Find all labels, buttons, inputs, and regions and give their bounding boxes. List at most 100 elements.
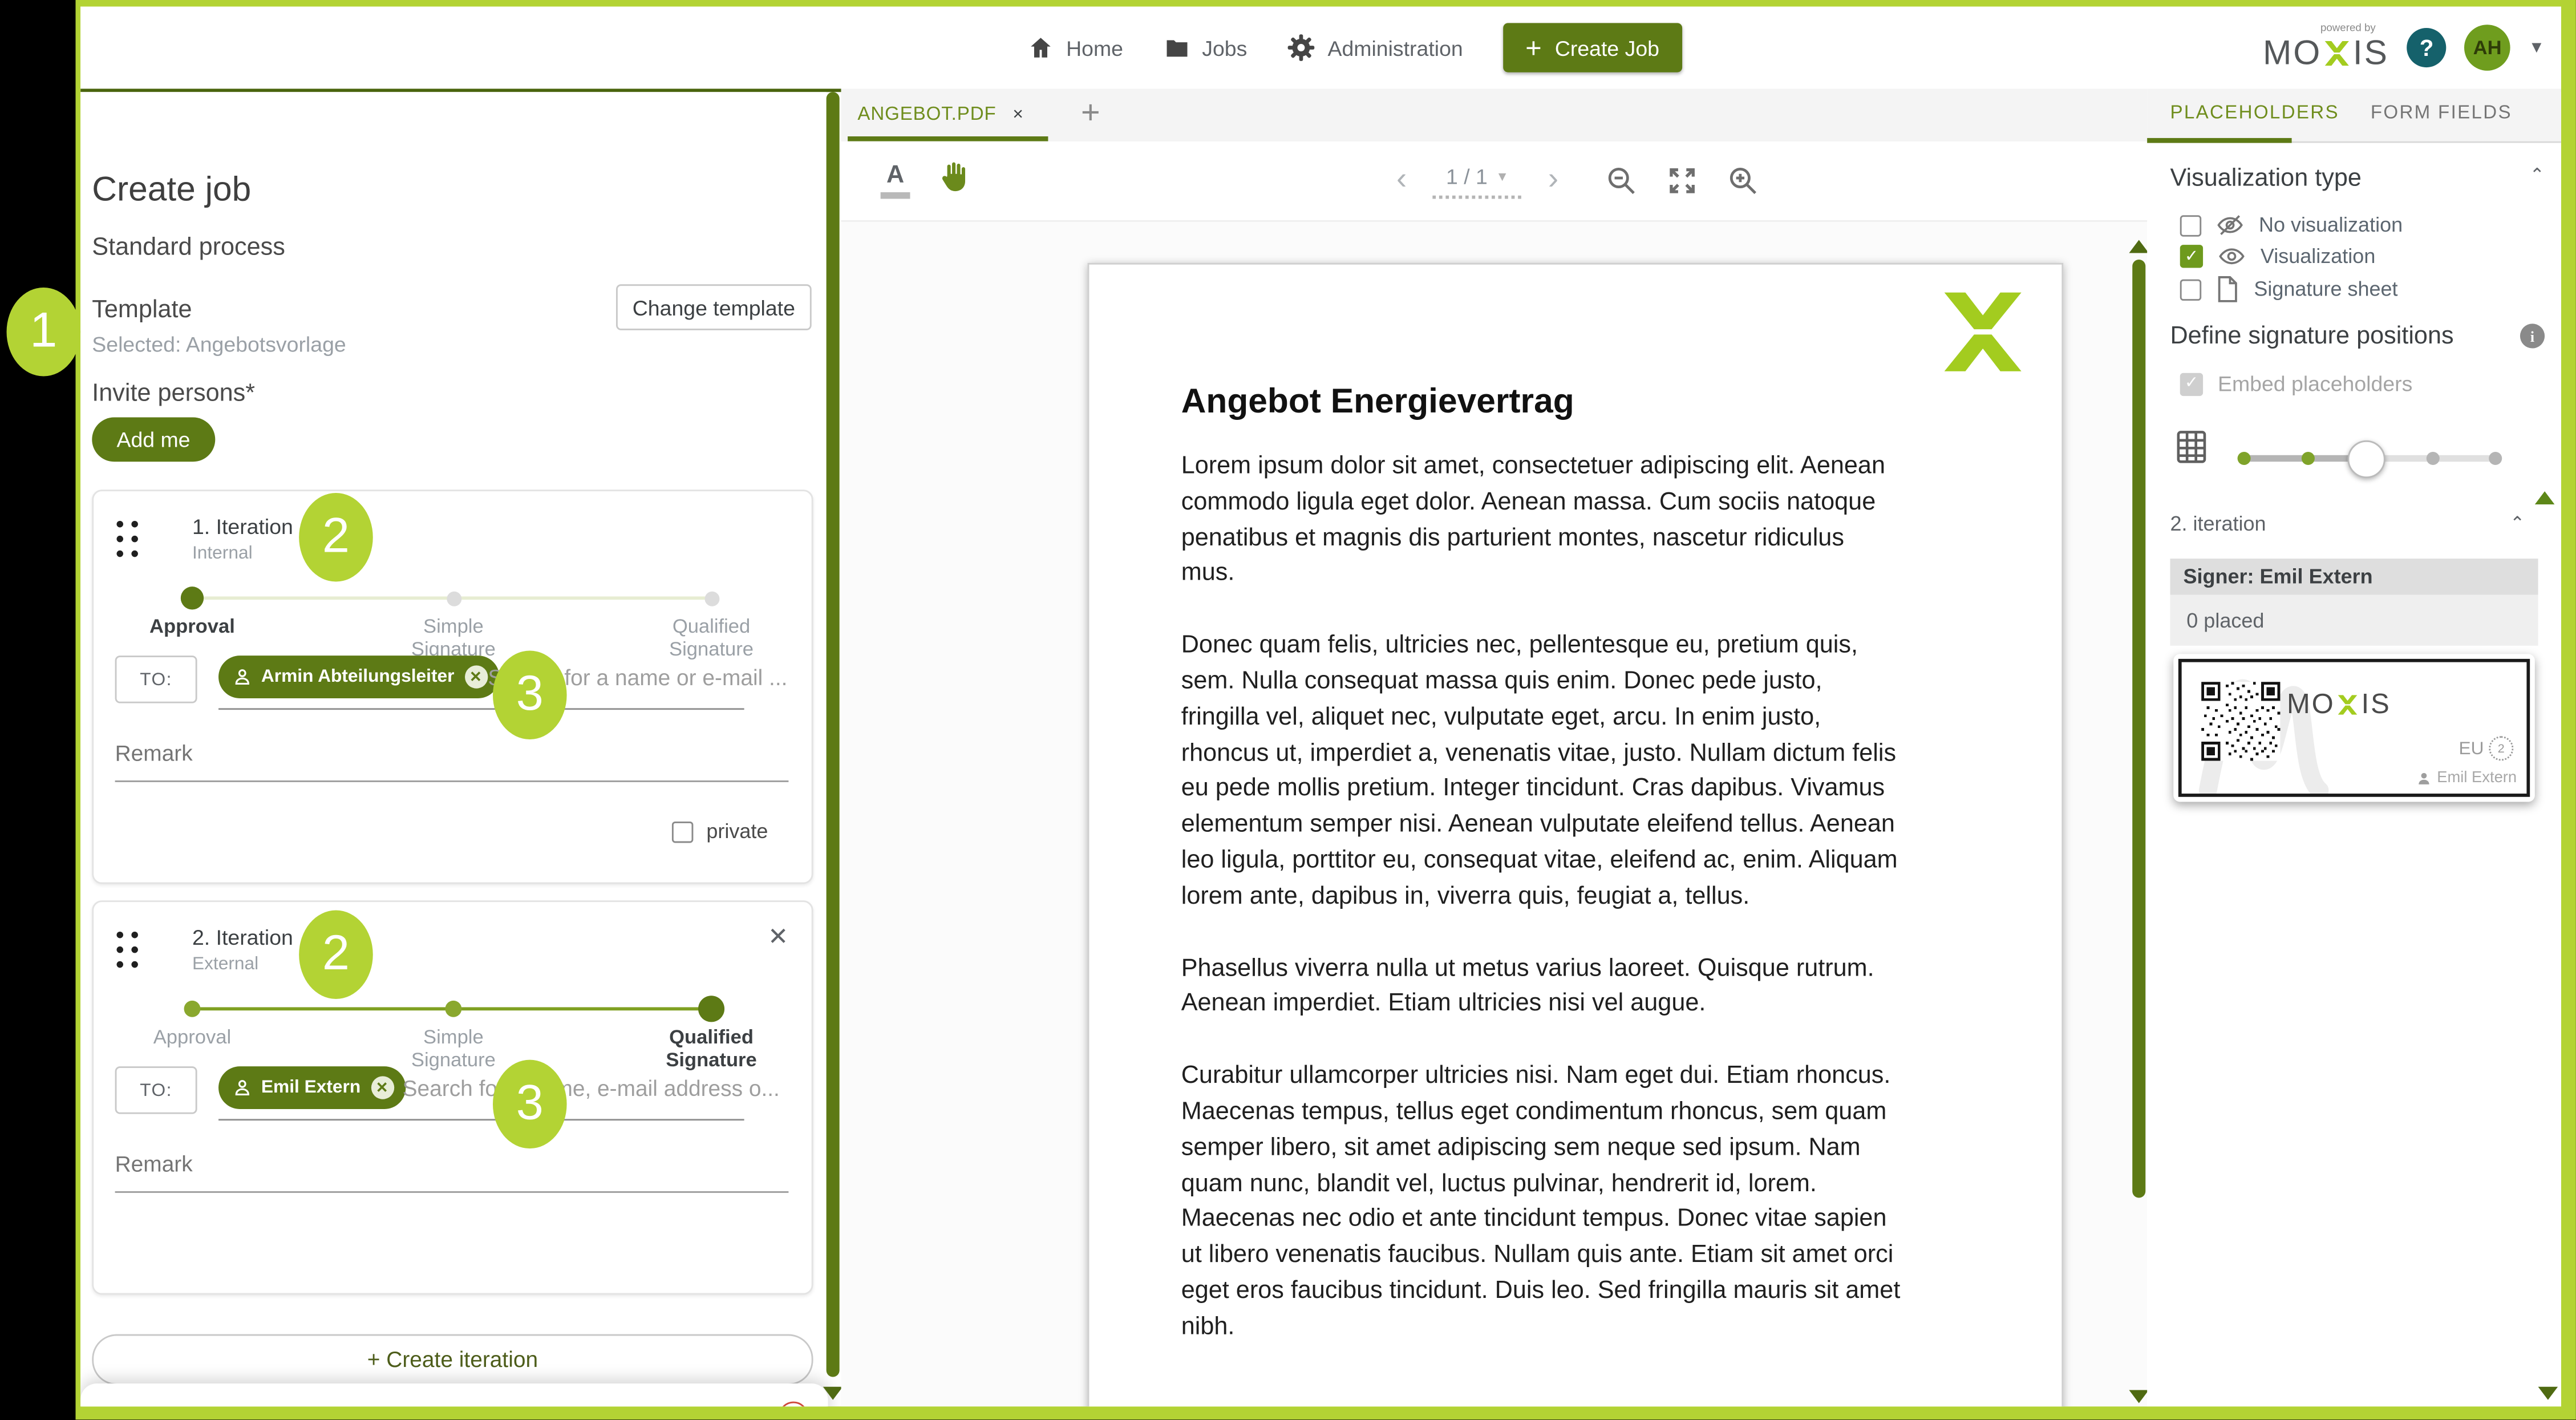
tab-close-icon[interactable]: × xyxy=(1012,105,1023,125)
panel-scroll-up-icon[interactable] xyxy=(2534,491,2555,505)
private-checkbox-row[interactable]: private xyxy=(671,820,768,843)
screen: Home Jobs Administration + Create Job po… xyxy=(0,0,2576,1420)
prev-page-icon[interactable]: ‹ xyxy=(1396,163,1407,199)
document-tab[interactable]: ANGEBOT.PDF × xyxy=(857,89,1023,141)
create-another-row[interactable]: Create another job xyxy=(97,1405,310,1406)
pdf-scrollbar[interactable] xyxy=(2132,260,2146,1198)
close-icon[interactable]: ✕ xyxy=(768,922,788,952)
app-frame: Home Jobs Administration + Create Job po… xyxy=(75,0,2576,1420)
annotation-step-2: 2 xyxy=(299,910,373,1000)
recipient-search-placeholder[interactable]: Search for a name, e-mail address o... xyxy=(403,1076,780,1101)
zoom-out-icon[interactable] xyxy=(1605,164,1638,197)
add-document-tab-icon[interactable]: + xyxy=(1081,95,1100,133)
to-button[interactable]: TO: xyxy=(115,1066,197,1114)
change-template-button[interactable]: Change template xyxy=(616,284,812,330)
eu-badge: EU 2 xyxy=(2458,736,2514,761)
app-window: Home Jobs Administration + Create Job po… xyxy=(80,6,2561,1407)
collapse-icon[interactable]: ⌃ xyxy=(2510,513,2525,534)
step-label-qualified[interactable]: Qualified Signature xyxy=(646,1026,777,1072)
nav-jobs[interactable]: Jobs xyxy=(1163,35,1247,60)
signature-sheet-checkbox[interactable] xyxy=(2180,278,2202,300)
slider-stop[interactable] xyxy=(2489,452,2502,466)
drag-handle-icon[interactable] xyxy=(116,931,146,978)
qr-code xyxy=(2201,682,2281,761)
warning-info-icon[interactable]: i xyxy=(779,1401,808,1407)
process-subtitle: Standard process xyxy=(92,233,285,261)
step-dot-approval[interactable] xyxy=(180,586,204,610)
slider-stop[interactable] xyxy=(2237,452,2251,466)
add-me-button[interactable]: Add me xyxy=(92,417,215,462)
fit-screen-icon[interactable] xyxy=(1665,164,1698,197)
step-label-approval[interactable]: Approval xyxy=(127,615,258,639)
page-dropdown-caret-icon[interactable]: ▼ xyxy=(1496,168,1509,183)
slider-thumb[interactable] xyxy=(2347,440,2385,479)
step-dot-approval[interactable] xyxy=(184,1000,201,1017)
zoom-in-icon[interactable] xyxy=(1726,164,1759,197)
option-signature-sheet[interactable]: Signature sheet xyxy=(2180,276,2398,302)
recipient-chip[interactable]: Armin Abteilungsleiter ✕ xyxy=(218,656,499,698)
collapse-icon[interactable]: ⌃ xyxy=(2530,164,2545,186)
step-label-qualified[interactable]: Qualified Signature xyxy=(646,615,777,661)
option-no-visualization[interactable]: No visualization xyxy=(2180,213,2403,237)
create-job-button[interactable]: + Create Job xyxy=(1502,23,1683,72)
slider-stop[interactable] xyxy=(2426,452,2440,466)
avatar-initials: AH xyxy=(2473,36,2502,59)
visualization-label: Visualization xyxy=(2260,245,2376,268)
option-visualization[interactable]: ✓ Visualization xyxy=(2180,245,2376,268)
create-iteration-button[interactable]: + Create iteration xyxy=(92,1334,813,1385)
remark-label[interactable]: Remark xyxy=(115,1152,193,1176)
no-visualization-checkbox[interactable] xyxy=(2180,214,2202,236)
step-dot-qualified[interactable] xyxy=(698,996,725,1022)
recipient-chip[interactable]: Emil Extern ✕ xyxy=(218,1066,406,1110)
right-tab-bar: PLACEHOLDERS FORM FIELDS xyxy=(2147,88,2561,143)
top-nav: Home Jobs Administration + Create Job po… xyxy=(80,6,2561,92)
left-scroll-down-icon[interactable] xyxy=(823,1386,843,1400)
template-label: Template xyxy=(92,296,192,324)
tab-form-fields[interactable]: FORM FIELDS xyxy=(2371,103,2512,123)
footer-action-bar: Create another job i Save as draft Save … xyxy=(80,1383,828,1407)
drag-handle-icon[interactable] xyxy=(116,520,146,567)
private-label: private xyxy=(706,820,768,843)
remark-label[interactable]: Remark xyxy=(115,741,193,766)
chip-remove-icon[interactable]: ✕ xyxy=(464,665,488,689)
pdf-page[interactable]: Angebot Energievertrag Lorem ipsum dolor… xyxy=(1087,262,2064,1407)
brand-mo: MO xyxy=(2262,35,2322,73)
to-button[interactable]: TO: xyxy=(115,656,197,703)
signer-header: Signer: Emil Extern xyxy=(2170,559,2538,595)
no-visualization-label: No visualization xyxy=(2259,213,2403,237)
eu-label: EU xyxy=(2458,738,2484,759)
nav-home[interactable]: Home xyxy=(1027,34,1123,60)
chip-remove-icon[interactable]: ✕ xyxy=(370,1076,394,1099)
chevron-down-icon[interactable]: ▼ xyxy=(2529,39,2545,57)
grid-icon[interactable] xyxy=(2177,431,2206,464)
step-dot-simple[interactable] xyxy=(447,591,462,606)
document-tab-bar: ANGEBOT.PDF × + xyxy=(841,88,2162,143)
nav-jobs-label: Jobs xyxy=(1202,35,1248,60)
left-panel-scrollbar[interactable] xyxy=(826,92,840,1377)
step-dot-qualified[interactable] xyxy=(704,591,720,606)
signature-placeholder-card[interactable]: MO IS EU 2 Emil Extern xyxy=(2173,654,2535,802)
step-label-approval[interactable]: Approval xyxy=(127,1026,258,1050)
document-logo-x-icon xyxy=(1944,292,2022,371)
avatar[interactable]: AH xyxy=(2464,25,2510,71)
iteration-type: Internal xyxy=(192,544,253,564)
page-indicator[interactable]: 1 / 1 xyxy=(1446,164,1488,188)
pan-tool-icon[interactable] xyxy=(937,157,973,205)
pdf-scroll-up-icon[interactable] xyxy=(2129,240,2149,253)
placeholders-panel: PLACEHOLDERS FORM FIELDS Visualization t… xyxy=(2147,88,2561,1407)
text-annotation-tool-icon[interactable]: A xyxy=(881,161,910,199)
moxis-x-icon xyxy=(2325,41,2350,66)
nav-administration[interactable]: Administration xyxy=(1286,33,1463,63)
slider-stop[interactable] xyxy=(2301,452,2315,466)
next-page-icon[interactable]: › xyxy=(1548,163,1558,199)
private-checkbox[interactable] xyxy=(671,820,694,842)
step-dot-simple[interactable] xyxy=(445,1000,462,1017)
visualization-checkbox[interactable]: ✓ xyxy=(2180,245,2204,268)
step-label-simple[interactable]: Simple Signature xyxy=(388,615,519,661)
panel-scroll-down-icon[interactable] xyxy=(2538,1386,2558,1400)
tab-placeholders[interactable]: PLACEHOLDERS xyxy=(2170,103,2339,123)
pdf-scroll-down-icon[interactable] xyxy=(2129,1390,2149,1403)
step-label-simple[interactable]: Simple Signature xyxy=(388,1026,519,1072)
help-button[interactable]: ? xyxy=(2407,27,2447,68)
info-icon[interactable]: i xyxy=(2520,323,2545,349)
